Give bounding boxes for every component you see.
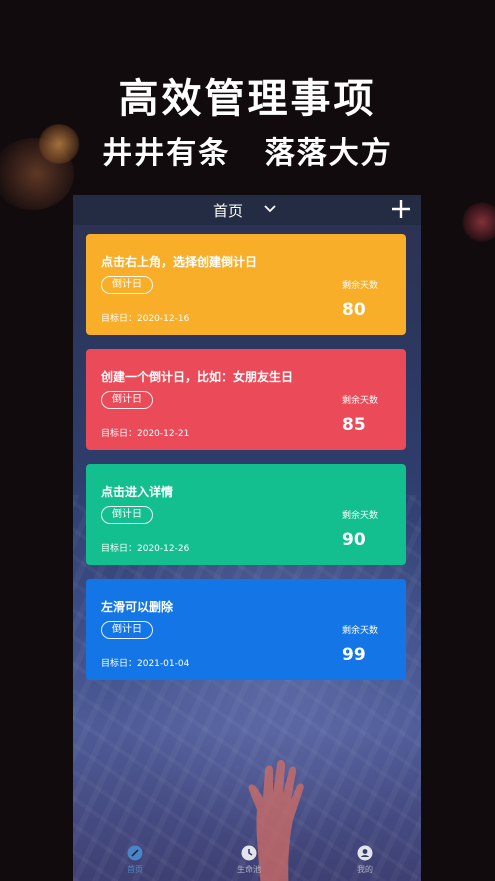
tab-mine[interactable]: 我的 bbox=[335, 845, 395, 875]
remaining-days-label: 剩余天数 bbox=[342, 281, 379, 291]
promo-subline: 井井有条 落落大方 bbox=[102, 136, 393, 171]
plus-icon[interactable] bbox=[390, 198, 412, 220]
tab-life-pool[interactable]: 生命池 bbox=[219, 845, 279, 875]
card-tag: 倒计日 bbox=[101, 276, 153, 294]
remaining-days-value: 85 bbox=[342, 415, 366, 435]
remaining-days-value: 80 bbox=[342, 300, 366, 320]
compass-icon bbox=[127, 845, 143, 861]
remaining-days-label: 剩余天数 bbox=[342, 511, 379, 521]
remaining-days-value: 90 bbox=[342, 530, 366, 550]
remaining-days-label: 剩余天数 bbox=[342, 626, 379, 636]
card-title: 点击右上角，选择创建倒计日 bbox=[101, 255, 258, 269]
remaining-days-value: 99 bbox=[342, 645, 366, 665]
card-target-date: 目标日：2020-12-16 bbox=[101, 314, 190, 324]
bottom-tab-bar: 首页 生命池 我的 bbox=[73, 841, 421, 881]
chevron-down-icon[interactable] bbox=[263, 203, 277, 215]
card-tag: 倒计日 bbox=[101, 391, 153, 409]
promo-headline: 高效管理事项 bbox=[118, 76, 377, 122]
tab-label: 我的 bbox=[357, 865, 373, 874]
card-target-date: 目标日：2021-01-04 bbox=[101, 659, 190, 669]
countdown-card[interactable]: 创建一个倒计日，比如：女朋友生日 倒计日 目标日：2020-12-21 剩余天数… bbox=[86, 349, 406, 450]
page-title: 首页 bbox=[213, 202, 244, 220]
app-header: 首页 bbox=[73, 195, 421, 225]
card-tag: 倒计日 bbox=[101, 621, 153, 639]
countdown-card[interactable]: 左滑可以删除 倒计日 目标日：2021-01-04 剩余天数 99 bbox=[86, 579, 406, 680]
tab-home[interactable]: 首页 bbox=[105, 845, 165, 875]
countdown-card[interactable]: 点击右上角，选择创建倒计日 倒计日 目标日：2020-12-16 剩余天数 80 bbox=[86, 234, 406, 335]
card-title: 点击进入详情 bbox=[101, 485, 174, 499]
tab-label: 首页 bbox=[127, 865, 143, 874]
card-target-date: 目标日：2020-12-21 bbox=[101, 429, 190, 439]
card-title: 创建一个倒计日，比如：女朋友生日 bbox=[101, 370, 294, 384]
countdown-card[interactable]: 点击进入详情 倒计日 目标日：2020-12-26 剩余天数 90 bbox=[86, 464, 406, 565]
card-tag: 倒计日 bbox=[101, 506, 153, 524]
remaining-days-label: 剩余天数 bbox=[342, 396, 379, 406]
bokeh-light bbox=[462, 202, 495, 242]
phone-screen: 首页 点击右上角，选择创建倒计日 倒计日 目标日：2020-12-16 剩余天数… bbox=[73, 195, 421, 881]
card-title: 左滑可以删除 bbox=[101, 600, 174, 614]
card-target-date: 目标日：2020-12-26 bbox=[101, 544, 190, 554]
tab-label: 生命池 bbox=[237, 865, 261, 874]
clock-icon bbox=[241, 845, 257, 861]
user-icon bbox=[357, 845, 373, 861]
